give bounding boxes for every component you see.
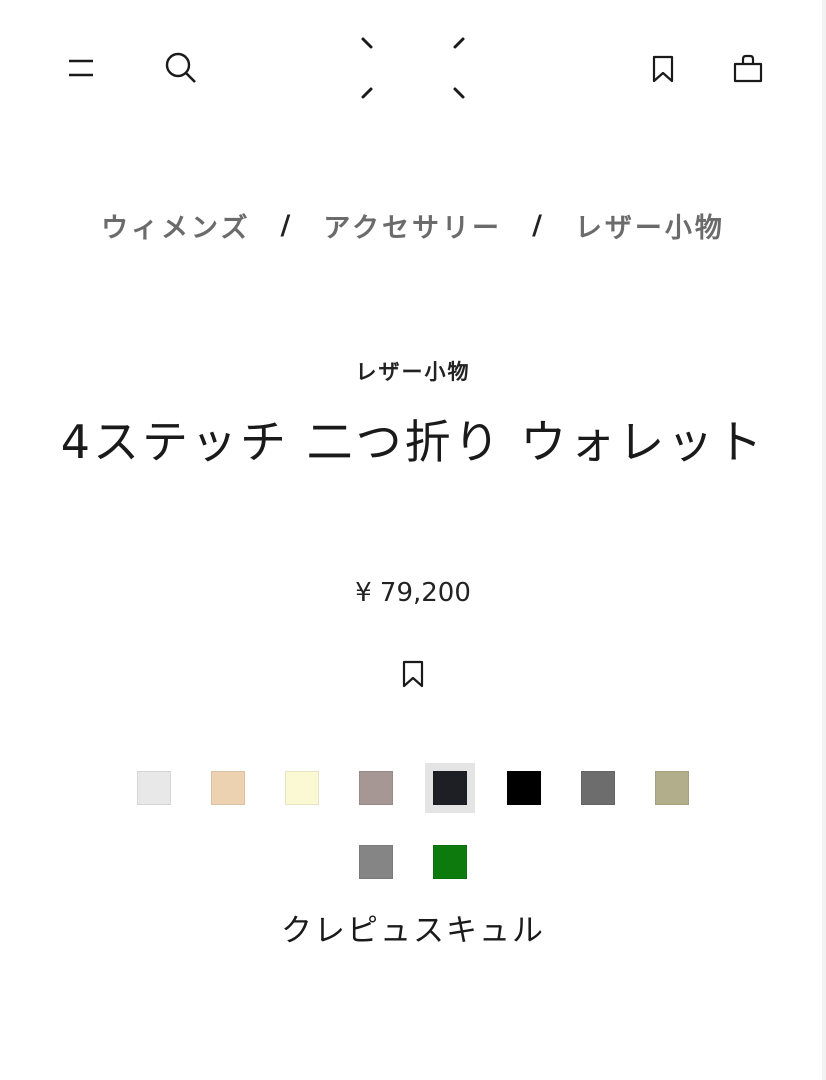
breadcrumb-separator: / <box>532 209 545 241</box>
color-swatch-selected[interactable] <box>433 771 467 805</box>
breadcrumb-separator: / <box>280 209 294 241</box>
breadcrumb-leather-goods[interactable]: レザー小物 <box>575 206 725 245</box>
breadcrumb-accessories[interactable]: アクセサリー <box>323 206 502 245</box>
brand-logo[interactable] <box>350 30 476 108</box>
bookmark-button[interactable] <box>642 48 684 90</box>
product-price: ¥ 79,200 <box>355 578 471 608</box>
product-category: レザー小物 <box>355 360 471 384</box>
breadcrumb-womens[interactable]: ウィメンズ <box>101 206 250 245</box>
color-swatch[interactable] <box>137 771 171 805</box>
bookmark-icon <box>402 660 424 688</box>
color-swatch[interactable] <box>433 845 467 879</box>
bookmark-icon <box>652 55 674 83</box>
color-swatch[interactable] <box>285 771 319 805</box>
shopping-bag-icon <box>733 54 763 83</box>
color-swatch[interactable] <box>655 771 689 805</box>
color-swatch[interactable] <box>211 771 245 805</box>
logo-icon <box>361 37 465 99</box>
menu-icon <box>69 59 93 77</box>
color-swatch[interactable] <box>359 845 393 879</box>
product-title: 4ステッチ 二つ折り ウォレット <box>60 415 766 469</box>
search-icon <box>165 52 196 83</box>
header <box>0 0 826 130</box>
color-swatch[interactable] <box>507 771 541 805</box>
shopping-bag-button[interactable] <box>724 48 772 90</box>
scrollbar-track <box>822 0 826 1080</box>
search-button[interactable] <box>158 46 204 90</box>
menu-button[interactable] <box>60 48 104 88</box>
add-to-wishlist-button[interactable] <box>393 652 433 696</box>
selected-color-name: クレピュスキュル <box>281 913 545 949</box>
color-swatch[interactable] <box>581 771 615 805</box>
breadcrumb: ウィメンズ / アクセサリー / レザー小物 <box>0 200 826 250</box>
color-swatch[interactable] <box>359 771 393 805</box>
